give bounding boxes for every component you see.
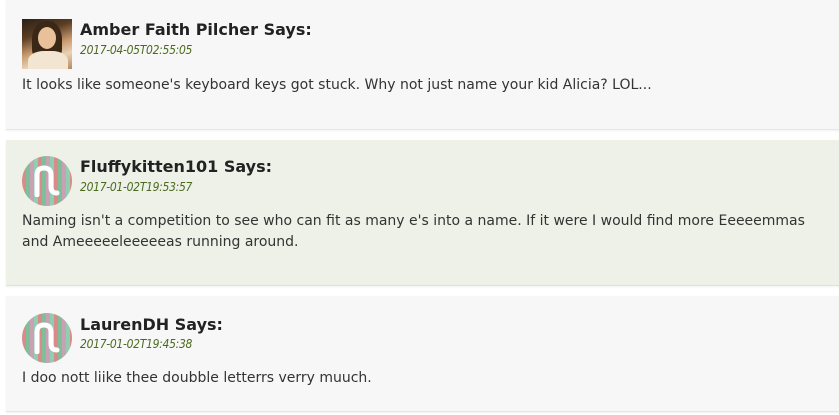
says-label: Says: — [263, 20, 312, 39]
author-name[interactable]: Amber Faith Pilcher — [80, 20, 258, 39]
author-name[interactable]: Fluffykitten101 — [80, 157, 218, 176]
avatar[interactable] — [22, 313, 72, 363]
comment-author: Fluffykitten101 Says: — [80, 157, 272, 176]
comment-text: I doo nott liike thee doubble letterrs v… — [22, 370, 372, 386]
comment-author: LaurenDH Says: — [80, 315, 223, 334]
says-label: Says: — [223, 157, 273, 176]
avatar-glyph-icon — [34, 322, 60, 354]
comment-date[interactable]: 2017-01-02T19:53:57 — [80, 180, 192, 194]
comment-item: Amber Faith Pilcher Says: 2017-04-05T02:… — [6, 0, 839, 130]
comment-author: Amber Faith Pilcher Says: — [80, 20, 312, 39]
comment-item: Fluffykitten101 Says: 2017-01-02T19:53:5… — [6, 140, 839, 286]
comment-date[interactable]: 2017-04-05T02:55:05 — [80, 43, 192, 57]
author-name[interactable]: LaurenDH — [80, 315, 169, 334]
comment-text: It looks like someone's keyboard keys go… — [22, 77, 652, 93]
avatar[interactable] — [22, 19, 72, 69]
comment-text: Naming isn't a competition to see who ca… — [22, 213, 805, 250]
comment-item: LaurenDH Says: 2017-01-02T19:45:38 I doo… — [6, 296, 839, 412]
avatar[interactable] — [22, 156, 72, 206]
comment-date[interactable]: 2017-01-02T19:45:38 — [80, 337, 192, 351]
avatar-glyph-icon — [34, 165, 60, 197]
says-label: Says: — [174, 315, 223, 334]
